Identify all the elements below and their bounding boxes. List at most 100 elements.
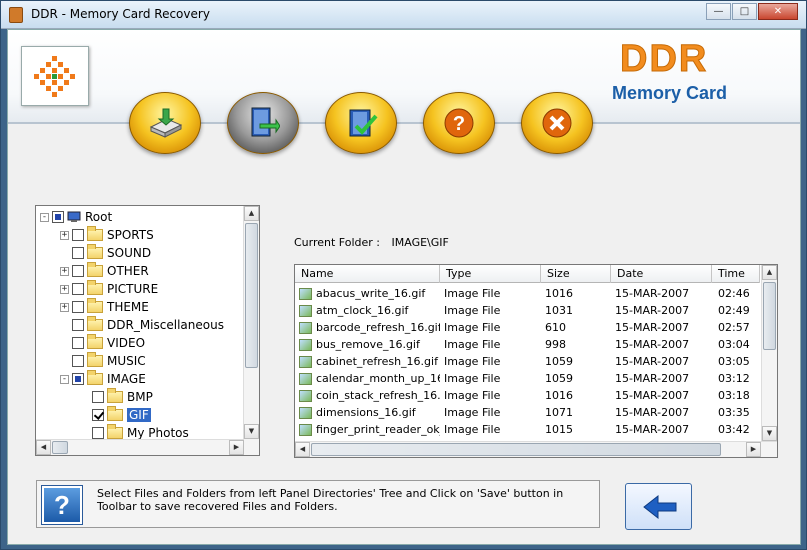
file-name: barcode_refresh_16.gif	[316, 321, 440, 334]
tree-item-label: THEME	[107, 300, 149, 314]
folder-icon	[87, 370, 103, 385]
expand-icon[interactable]: +	[60, 284, 69, 294]
cell-size: 1059	[545, 355, 573, 368]
column-header-name[interactable]: Name	[295, 265, 440, 283]
table-row[interactable]: coin_stack_refresh_16.gif Image File 1016 1…	[295, 387, 760, 404]
list-horizontal-scrollbar[interactable]: ◀ ▶	[295, 441, 777, 457]
tree-horizontal-scrollbar[interactable]: ◀ ▶	[36, 439, 244, 455]
scroll-up-icon[interactable]: ▲	[762, 265, 777, 280]
scroll-down-icon[interactable]: ▼	[244, 424, 259, 439]
file-name: atm_clock_16.gif	[316, 304, 409, 317]
check-button[interactable]	[325, 92, 397, 154]
tree-checkbox[interactable]	[72, 373, 84, 385]
exit-button[interactable]	[521, 92, 593, 154]
tree-root[interactable]: - Root	[40, 208, 112, 226]
scroll-left-icon[interactable]: ◀	[36, 440, 51, 455]
cell-time: 03:18	[718, 389, 750, 402]
collapse-icon[interactable]: -	[60, 374, 69, 384]
folder-icon	[107, 424, 123, 439]
cell-time: 02:57	[718, 321, 750, 334]
file-name: calendar_month_up_16...	[316, 372, 440, 385]
tree-checkbox[interactable]	[92, 427, 104, 439]
cell-type: Image File	[444, 355, 501, 368]
tree-checkbox[interactable]	[92, 409, 104, 421]
cell-date: 15-MAR-2007	[615, 372, 690, 385]
scroll-right-icon[interactable]: ▶	[746, 442, 761, 457]
tree-item-gif[interactable]: GIF	[80, 406, 151, 424]
back-button[interactable]	[625, 483, 692, 530]
tree-item-ddr-miscellaneous[interactable]: DDR_Miscellaneous	[60, 316, 224, 334]
current-folder-label: Current Folder :	[294, 236, 381, 249]
maximize-button[interactable]: □	[732, 3, 757, 20]
logo	[21, 46, 89, 106]
scroll-left-icon[interactable]: ◀	[295, 442, 310, 457]
tree-item-bmp[interactable]: BMP	[80, 388, 153, 406]
table-row[interactable]: cabinet_refresh_16.gif Image File 1059 15-M…	[295, 353, 760, 370]
folder-icon	[87, 334, 103, 349]
table-row[interactable]: calendar_month_up_16... Image File 1059 15-…	[295, 370, 760, 387]
scroll-thumb[interactable]	[245, 223, 258, 368]
tree-vertical-scrollbar[interactable]: ▲ ▼	[243, 206, 259, 455]
tree-item-label: MUSIC	[107, 354, 146, 368]
table-row[interactable]: abacus_write_16.gif Image File 1016 15-MAR-…	[295, 285, 760, 302]
door-exit-icon	[251, 107, 280, 137]
tree-item-image[interactable]: - IMAGE	[60, 370, 146, 388]
table-row[interactable]: bus_remove_16.gif Image File 998 15-MAR-200…	[295, 336, 760, 353]
tree-checkbox[interactable]	[72, 301, 84, 313]
h-scroll-thumb[interactable]	[311, 443, 721, 456]
column-header-time[interactable]: Time	[712, 265, 760, 283]
tree-checkbox[interactable]	[72, 247, 84, 259]
expand-icon[interactable]: +	[60, 302, 69, 312]
collapse-icon[interactable]: -	[40, 212, 49, 222]
close-window-button[interactable]: ✕	[758, 3, 798, 20]
scroll-up-icon[interactable]: ▲	[244, 206, 259, 221]
folder-icon	[87, 352, 103, 367]
table-row[interactable]: finger_print_reader_ok_... Image File 1015…	[295, 421, 760, 438]
scroll-thumb[interactable]	[763, 282, 776, 350]
tree-checkbox[interactable]	[92, 391, 104, 403]
file-name: finger_print_reader_ok_...	[316, 423, 440, 436]
scroll-down-icon[interactable]: ▼	[762, 426, 777, 441]
cell-date: 15-MAR-2007	[615, 287, 690, 300]
cell-name: barcode_refresh_16.gif	[295, 319, 440, 336]
close-icon	[542, 108, 572, 138]
open-button[interactable]	[227, 92, 299, 154]
save-button[interactable]	[129, 92, 201, 154]
tree-item-other[interactable]: + OTHER	[60, 262, 149, 280]
tree-checkbox[interactable]	[72, 319, 84, 331]
tree-item-sports[interactable]: + SPORTS	[60, 226, 154, 244]
tree-checkbox[interactable]	[72, 355, 84, 367]
computer-icon	[67, 211, 81, 222]
tree-checkbox[interactable]	[72, 283, 84, 295]
column-header-date[interactable]: Date	[611, 265, 712, 283]
tree-item-sound[interactable]: SOUND	[60, 244, 151, 262]
tree-checkbox[interactable]	[72, 229, 84, 241]
help-question-icon: ?	[41, 485, 83, 525]
table-row[interactable]: barcode_refresh_16.gif Image File 610 15-MA…	[295, 319, 760, 336]
expand-icon[interactable]: +	[60, 230, 69, 240]
tree-item-picture[interactable]: + PICTURE	[60, 280, 158, 298]
tree-checkbox[interactable]	[52, 211, 64, 223]
folder-icon	[87, 244, 103, 259]
list-vertical-scrollbar[interactable]: ▲ ▼	[761, 265, 777, 441]
cell-size: 1016	[545, 389, 573, 402]
cell-time: 03:35	[718, 406, 750, 419]
minimize-button[interactable]: —	[706, 3, 731, 20]
tree-checkbox[interactable]	[72, 265, 84, 277]
tree-item-video[interactable]: VIDEO	[60, 334, 145, 352]
cell-time: 03:05	[718, 355, 750, 368]
app-window: DDR - Memory Card Recovery — □ ✕ DDR Mem…	[0, 0, 807, 550]
scroll-right-icon[interactable]: ▶	[229, 440, 244, 455]
tree-checkbox[interactable]	[72, 337, 84, 349]
cell-type: Image File	[444, 287, 501, 300]
file-list: Name Type Size Date Time abacus_write_16.gif…	[294, 264, 778, 458]
tree-item-theme[interactable]: + THEME	[60, 298, 149, 316]
expand-icon[interactable]: +	[60, 266, 69, 276]
column-header-type[interactable]: Type	[440, 265, 541, 283]
help-button[interactable]: ?	[423, 92, 495, 154]
tree-item-music[interactable]: MUSIC	[60, 352, 146, 370]
table-row[interactable]: atm_clock_16.gif Image File 1031 15-MAR-200…	[295, 302, 760, 319]
column-header-size[interactable]: Size	[541, 265, 611, 283]
table-row[interactable]: dimensions_16.gif Image File 1071 15-MAR-20…	[295, 404, 760, 421]
h-scroll-thumb[interactable]	[52, 441, 68, 454]
